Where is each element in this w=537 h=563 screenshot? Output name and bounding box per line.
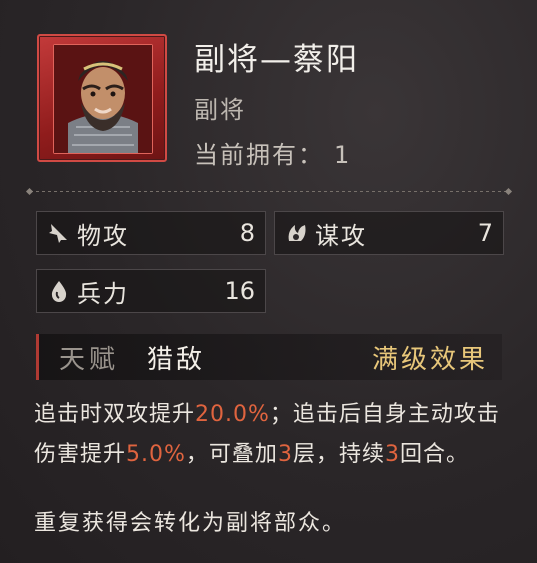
owned-label: 当前拥有： — [194, 141, 324, 169]
stat-label: 兵力 — [77, 279, 129, 308]
stat-label: 物攻 — [77, 221, 129, 250]
portrait-frame — [53, 44, 153, 154]
talent-header: 天赋 猎敌 满级效果 — [36, 334, 502, 380]
item-title: 副将—蔡阳 — [194, 42, 359, 78]
general-portrait-icon — [54, 45, 152, 153]
desc-value: 20.0% — [195, 402, 270, 427]
flame-icon — [285, 221, 309, 245]
owned-count-row: 当前拥有： 1 — [194, 135, 351, 170]
desc-text: 层，持续 — [292, 442, 385, 467]
stat-physical-attack: 物攻 8 — [36, 211, 266, 255]
stat-strategy-attack: 谋攻 7 — [274, 211, 504, 255]
stat-value: 16 — [224, 277, 255, 305]
desc-text: 回合。 — [399, 442, 469, 467]
stat-troops: 兵力 16 — [36, 269, 266, 313]
owned-value: 1 — [334, 141, 352, 169]
claw-icon — [47, 221, 71, 245]
desc-value: 3 — [277, 442, 293, 467]
stat-value: 8 — [239, 219, 255, 247]
talent-description: 追击时双攻提升20.0%；追击后自身主动攻击伤害提升5.0%，可叠加3层，持续3… — [34, 395, 504, 475]
talent-label: 天赋 — [59, 344, 120, 375]
desc-text: ，可叠加 — [185, 442, 278, 467]
stat-value: 7 — [477, 219, 493, 247]
desc-value: 3 — [384, 442, 400, 467]
stat-label: 谋攻 — [315, 221, 367, 250]
general-portrait-card — [37, 34, 167, 162]
desc-text: 追击时双攻提升 — [34, 402, 196, 427]
duplicate-conversion-note: 重复获得会转化为副将部众。 — [34, 511, 347, 536]
max-level-effect-label: 满级效果 — [371, 344, 488, 375]
drop-icon — [47, 279, 71, 303]
desc-value: 5.0% — [126, 442, 186, 467]
section-divider — [30, 191, 508, 192]
talent-name: 猎敌 — [147, 344, 206, 375]
item-type: 副将 — [194, 96, 246, 124]
